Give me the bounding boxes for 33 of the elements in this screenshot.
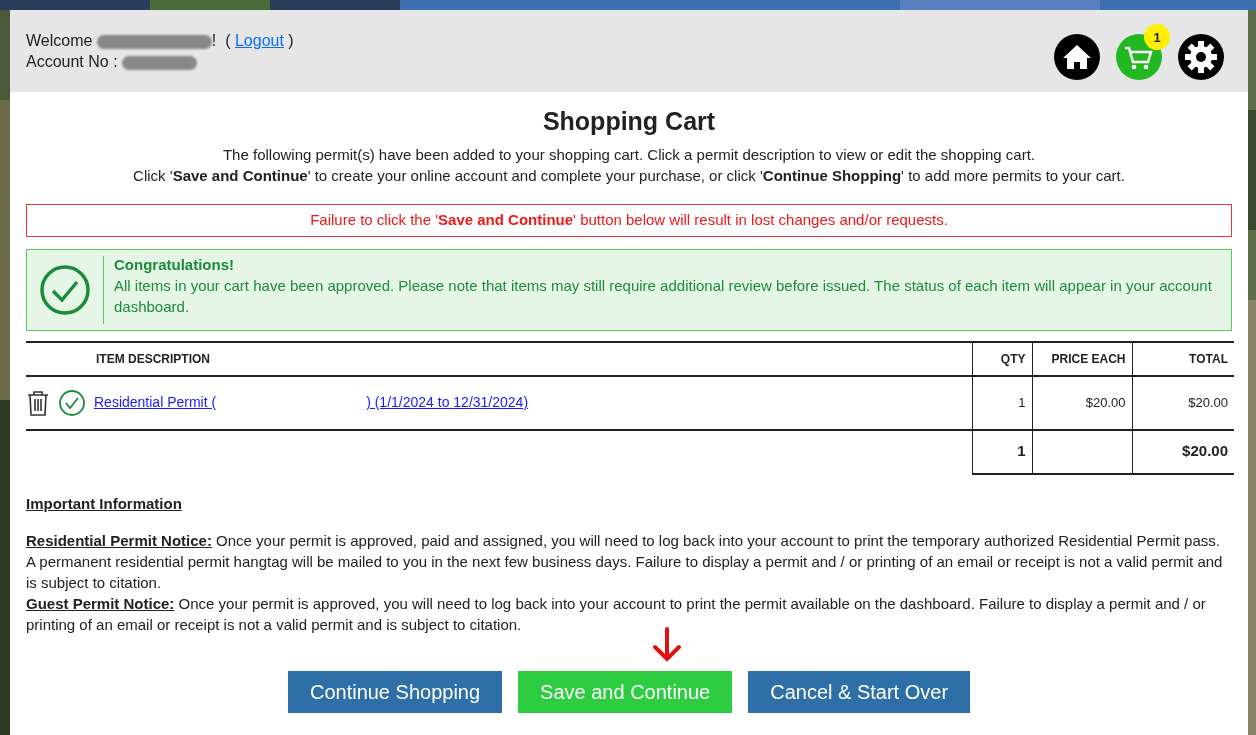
warning-message: Failure to click the 'Save and Continue' button below will result in lost changes and/or requests. — [26, 204, 1232, 237]
alert-text: All items in your cart have been approved. Please note that items may still require additional review before issued. The status of each item will appear in your account dashboard. — [114, 275, 1213, 317]
paren-text: ) — [288, 32, 294, 49]
home-icon[interactable] — [1054, 34, 1100, 80]
arrow-annotation — [650, 626, 684, 663]
trash-icon[interactable] — [26, 388, 50, 417]
notice-text: Residential Permit Notice: Once your permit is approved, paid and assigned, you will need to log back into your account to print the temporary authorized Residential Permit pass. A permanent residential permit hangtag will be mailed to you in the next few business days. Failure to display a permit and / or printing of an email or receipt is not a valid permit and is subject to citation. — [26, 530, 1224, 593]
total-cell: $20.00 — [1182, 442, 1228, 460]
settings-icon[interactable] — [1178, 34, 1224, 80]
section-heading: Important Information — [26, 493, 183, 514]
column-header: TOTAL — [1189, 351, 1228, 366]
paren-text: ( — [225, 32, 231, 49]
notice-text: Guest Permit Notice: Once your permit is approved, you will need to log back into your account to print the permit available on the dashboard. Failure to display a permit and / or printing of an email or receipt is not a valid permit and is subject to citation. — [26, 593, 1207, 635]
table-cell: $20.00 — [1188, 394, 1228, 410]
check-circle-icon — [39, 263, 91, 316]
logout-link[interactable]: Logout — [234, 32, 284, 49]
action-button[interactable]: Continue Shopping — [287, 670, 503, 713]
welcome-text: ! — [211, 32, 217, 49]
permit-link[interactable]: Residential Permit ( ) (1/1/2024 to 12/31/2024) — [94, 392, 529, 413]
action-button[interactable]: Cancel & Start Over — [748, 670, 971, 713]
welcome-text: Welcome — [26, 32, 93, 49]
column-header: PRICE EACH — [1051, 351, 1126, 366]
table-cell: 1 — [1018, 394, 1026, 410]
cart-count-badge: 1 — [1144, 24, 1170, 50]
account-label: Account No : — [26, 53, 118, 70]
total-cell: 1 — [1017, 442, 1026, 460]
intro-text: The following permit(s) have been added to your shopping cart. Click a permit description to view or edit the shopping cart. — [221, 145, 1037, 165]
alert-title: Congratulations! — [114, 254, 235, 275]
column-header: QTY — [1000, 351, 1026, 366]
column-header: ITEM DESCRIPTION — [96, 351, 210, 366]
page-title: Shopping Cart — [541, 106, 717, 136]
intro-text: Click 'Save and Continue' to create your online account and complete your purchase, or click 'Continue Shopping' to add more permits to your cart. — [132, 166, 1126, 186]
table-cell: $20.00 — [1085, 394, 1126, 410]
